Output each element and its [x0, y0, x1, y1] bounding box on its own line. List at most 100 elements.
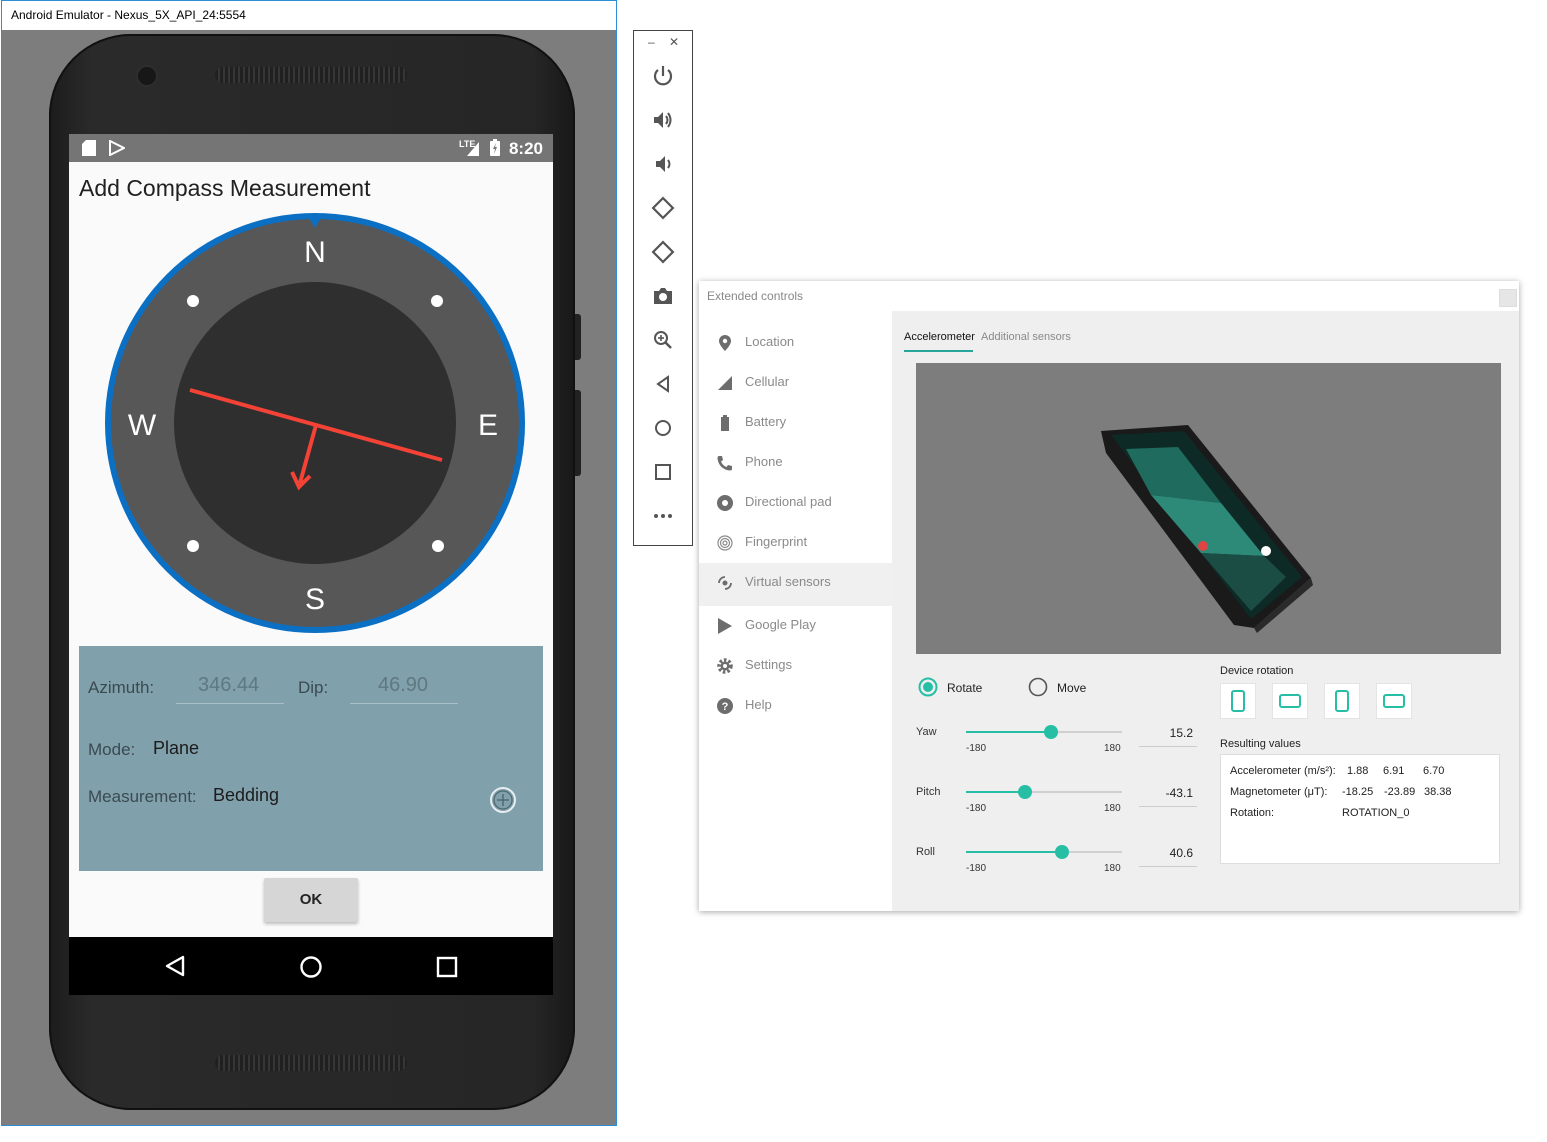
tab-additional-sensors[interactable]: Additional sensors: [981, 331, 1071, 343]
home-icon[interactable]: [651, 416, 675, 440]
virtual-sensors-icon: [718, 576, 732, 590]
sd-card-icon: [82, 140, 96, 156]
sidebar-item-label: Phone: [745, 454, 783, 469]
tab-active-indicator: [904, 350, 973, 352]
pitch-label: Pitch: [916, 786, 941, 798]
compass-dot: [187, 540, 199, 552]
window-title: Android Emulator - Nexus_5X_API_24:5554: [11, 8, 246, 22]
close-icon[interactable]: ✕: [669, 35, 679, 49]
emulator-window: Android Emulator - Nexus_5X_API_24:5554 …: [1, 0, 617, 1126]
rotate-radio[interactable]: [918, 677, 938, 697]
camera-icon[interactable]: [651, 284, 675, 308]
device-3d-preview[interactable]: [916, 363, 1501, 654]
signal-icon: [467, 142, 479, 156]
magnetometer-label: Magnetometer (μT):: [1230, 786, 1328, 798]
device-rotation-label: Device rotation: [1220, 665, 1294, 677]
compass-dot: [431, 295, 443, 307]
tab-accelerometer[interactable]: Accelerometer: [904, 331, 975, 343]
rotation-landscape-button[interactable]: [1272, 683, 1308, 719]
yaw-track[interactable]: [966, 725, 1122, 739]
roll-value[interactable]: 40.6: [1143, 846, 1193, 860]
home-icon[interactable]: [299, 955, 323, 979]
yaw-value-underline: [1139, 746, 1197, 747]
add-circle-icon[interactable]: [489, 786, 517, 814]
mode-label: Mode:: [88, 740, 136, 759]
compass-dot: [187, 295, 199, 307]
yaw-thumb[interactable]: [1043, 725, 1058, 739]
back-icon[interactable]: [164, 955, 186, 977]
roll-value-underline: [1139, 866, 1197, 867]
phone-power-key: [575, 314, 581, 360]
yaw-fill: [966, 731, 1051, 733]
compass-north-label: N: [304, 236, 326, 269]
pitch-min-label: -180: [966, 803, 987, 814]
sidebar-item-virtual-sensors[interactable]: Virtual sensors: [699, 563, 892, 606]
roll-track[interactable]: [966, 845, 1122, 859]
sidebar-item-battery[interactable]: Battery: [699, 403, 892, 443]
roll-fill: [966, 851, 1062, 853]
front-camera: [138, 67, 156, 85]
mode-value[interactable]: Plane: [153, 738, 199, 759]
roll-min-label: -180: [966, 863, 987, 874]
pitch-track[interactable]: [966, 785, 1122, 799]
accelerometer-y: 6.91: [1383, 765, 1405, 777]
accelerometer-label: Accelerometer (m/s²):: [1230, 765, 1336, 777]
sidebar-item-label: Google Play: [745, 617, 816, 632]
move-label[interactable]: Move: [1057, 681, 1086, 695]
dip-underline: [350, 703, 458, 704]
extended-sidebar: Location Cellular Battery Phone Directio…: [699, 311, 892, 911]
sidebar-item-phone[interactable]: Phone: [699, 443, 892, 483]
close-icon[interactable]: [1499, 289, 1517, 307]
power-icon[interactable]: [651, 64, 675, 88]
phone-screen[interactable]: LTE 8:20 Add Compass Measurement N S E W…: [69, 134, 553, 995]
azimuth-field[interactable]: 346.44: [198, 674, 259, 697]
sidebar-item-google-play[interactable]: Google Play: [699, 606, 892, 646]
speaker-grille-bottom: [215, 1055, 407, 1071]
sidebar-item-location[interactable]: Location: [699, 323, 892, 363]
sidebar-item-cellular[interactable]: Cellular: [699, 363, 892, 403]
compass-east-label: E: [478, 409, 498, 442]
sidebar-item-directional-pad[interactable]: Directional pad: [699, 483, 892, 523]
sidebar-item-settings[interactable]: Settings: [699, 646, 892, 686]
measurement-value[interactable]: Bedding: [213, 785, 279, 806]
sidebar-item-label: Location: [745, 334, 795, 349]
extended-title: Extended controls: [707, 289, 804, 303]
back-icon[interactable]: [651, 372, 675, 396]
sidebar-item-label: Cellular: [745, 374, 790, 389]
dip-label: Dip:: [298, 678, 329, 697]
ok-button[interactable]: OK: [264, 878, 358, 922]
rotate-right-icon[interactable]: [651, 240, 675, 264]
rotation-reverse-portrait-button[interactable]: [1324, 683, 1360, 719]
pitch-thumb[interactable]: [1018, 785, 1033, 799]
reverse-landscape-icon: [1383, 694, 1405, 708]
yaw-max-label: 180: [1104, 743, 1121, 754]
fingerprint-icon: [717, 535, 733, 551]
more-icon[interactable]: [651, 504, 675, 528]
rotate-left-icon[interactable]: [651, 196, 675, 220]
compass-dial[interactable]: N S E W: [102, 210, 528, 636]
rotation-reverse-landscape-button[interactable]: [1376, 683, 1412, 719]
volume-down-icon[interactable]: [651, 152, 675, 176]
overview-icon[interactable]: [651, 460, 675, 484]
battery-icon: [721, 415, 729, 431]
pitch-value[interactable]: -43.1: [1143, 786, 1193, 800]
accelerometer-z: 6.70: [1423, 765, 1445, 777]
rotation-portrait-button[interactable]: [1220, 683, 1256, 719]
rotate-label[interactable]: Rotate: [947, 681, 982, 695]
roll-thumb[interactable]: [1054, 845, 1069, 859]
yaw-label: Yaw: [916, 726, 937, 738]
measurement-label: Measurement:: [88, 787, 197, 806]
yaw-value[interactable]: 15.2: [1143, 726, 1193, 740]
zoom-icon[interactable]: [651, 328, 675, 352]
move-radio[interactable]: [1028, 677, 1048, 697]
compass-west-label: W: [128, 409, 157, 442]
recents-icon[interactable]: [436, 956, 458, 978]
settings-icon: [717, 658, 733, 674]
dip-field[interactable]: 46.90: [378, 674, 428, 697]
sidebar-item-fingerprint[interactable]: Fingerprint: [699, 523, 892, 563]
sidebar-item-help[interactable]: ? Help: [699, 686, 892, 726]
location-icon: [719, 335, 731, 351]
resulting-values-label: Resulting values: [1220, 738, 1301, 750]
volume-up-icon[interactable]: [651, 108, 675, 132]
minimize-icon[interactable]: –: [648, 35, 655, 49]
